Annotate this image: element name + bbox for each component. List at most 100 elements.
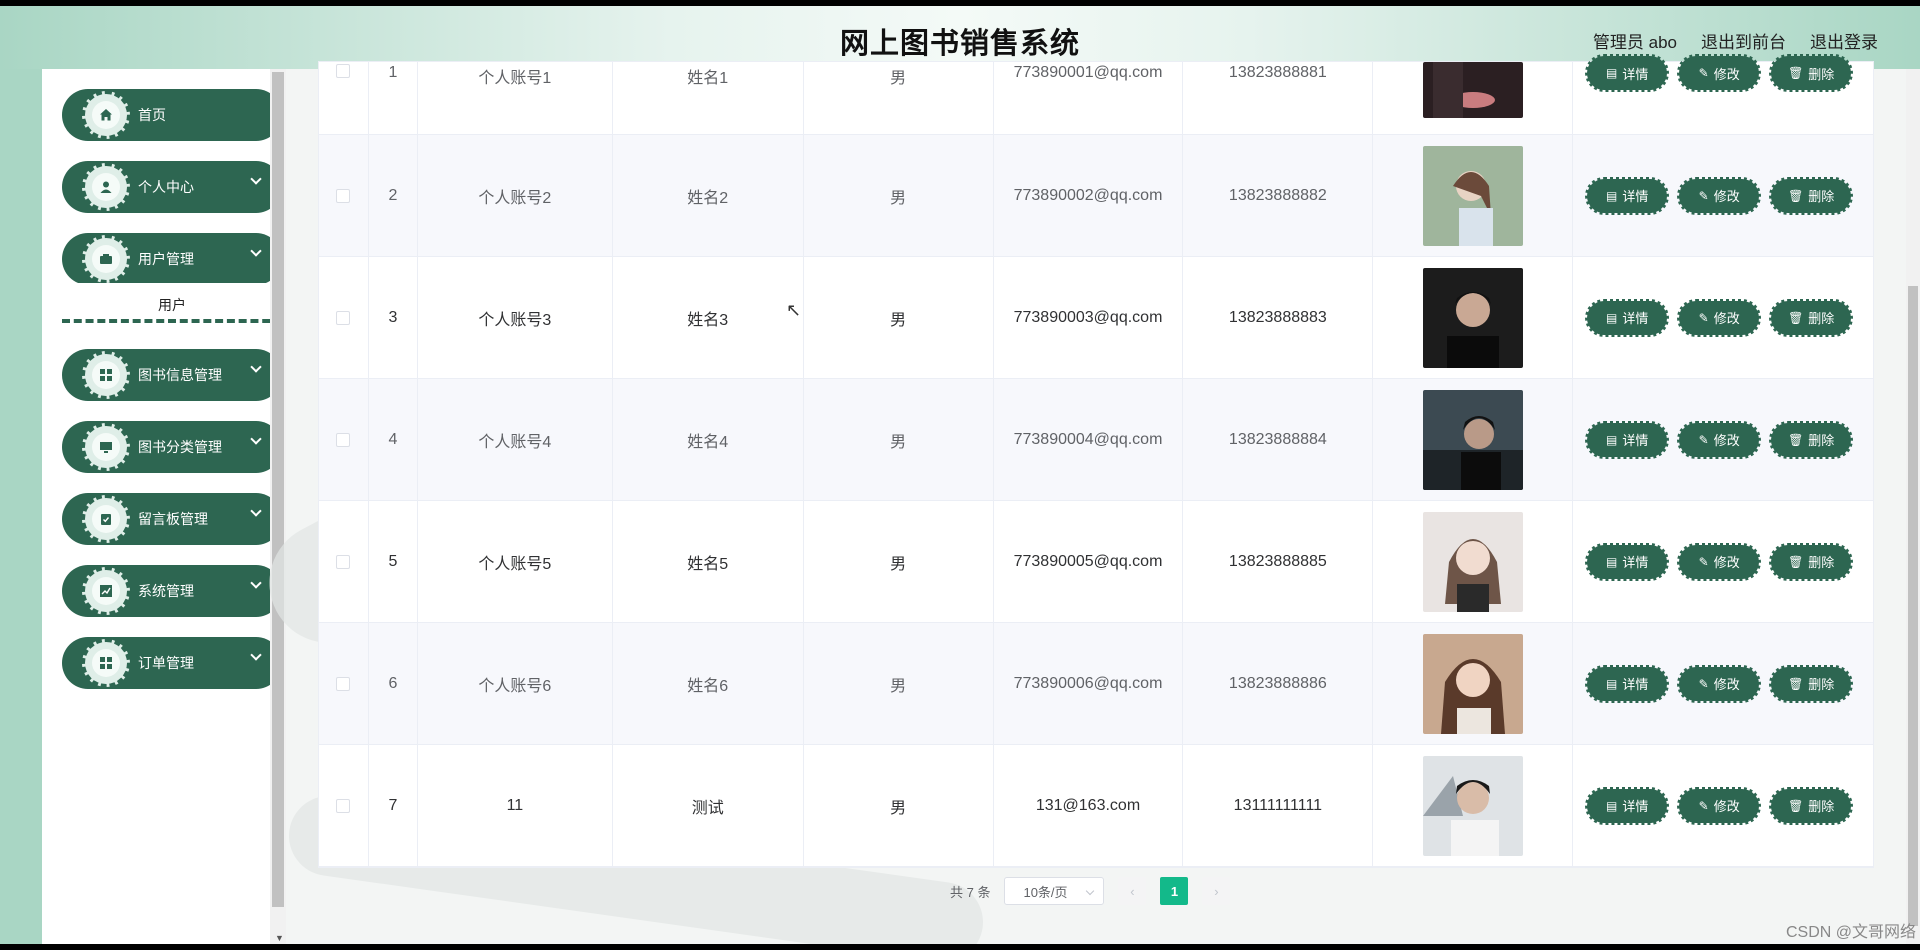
document-icon: ▤ bbox=[1606, 66, 1618, 80]
sidebar-item-profile[interactable]: 个人中心 bbox=[62, 161, 282, 213]
sidebar-item-label: 订单管理 bbox=[138, 655, 194, 671]
row-email: 773890005@qq.com bbox=[994, 501, 1184, 622]
table-row: 6 个人账号6 姓名6 男 773890006@qq.com 138238888… bbox=[319, 623, 1873, 745]
delete-button[interactable]: 🗑 删除 bbox=[1769, 786, 1854, 825]
table-row: 3 个人账号3 姓名3 男 773890003@qq.com 138238888… bbox=[319, 257, 1873, 379]
row-account: 个人账号2 bbox=[418, 135, 613, 256]
table-row: 7 11 测试 男 131@163.com 13111111111 ▤ 详情 ✎ 修… bbox=[319, 745, 1873, 867]
row-checkbox[interactable] bbox=[336, 676, 351, 691]
trash-icon: 🗑 bbox=[1788, 66, 1804, 80]
row-phone: 13823888883 bbox=[1183, 257, 1374, 378]
row-checkbox[interactable] bbox=[336, 188, 351, 203]
main-scrollbar-thumb[interactable] bbox=[1908, 286, 1918, 926]
sidebar-item-label: 留言板管理 bbox=[138, 511, 208, 527]
detail-button[interactable]: ▤ 详情 bbox=[1585, 786, 1670, 825]
trash-icon: 🗑 bbox=[1788, 798, 1804, 813]
chevron-down-icon bbox=[250, 505, 262, 517]
edit-button[interactable]: ✎ 修改 bbox=[1677, 298, 1762, 337]
sidebar-subitem-user[interactable]: 用户 bbox=[62, 283, 282, 323]
menu-badge bbox=[82, 495, 130, 543]
sidebar-scrollbar-thumb[interactable] bbox=[272, 72, 284, 907]
delete-button[interactable]: 🗑 删除 bbox=[1769, 420, 1854, 459]
sidebar-item-label: 图书信息管理 bbox=[138, 367, 222, 383]
sidebar-item-label: 用户管理 bbox=[138, 251, 194, 267]
avatar bbox=[1422, 389, 1523, 490]
edit-button[interactable]: ✎ 修改 bbox=[1677, 664, 1762, 703]
row-name: 姓名4 bbox=[613, 379, 804, 500]
row-name: 姓名2 bbox=[613, 135, 804, 256]
edit-button[interactable]: ✎ 修改 bbox=[1677, 420, 1762, 459]
pencil-icon: ✎ bbox=[1698, 554, 1709, 569]
row-account: 个人账号5 bbox=[418, 501, 613, 622]
user-table: 1 个人账号1 姓名1 男 773890001@qq.com 138238888… bbox=[318, 54, 1874, 868]
row-sex: 男 bbox=[804, 501, 994, 622]
detail-button[interactable]: ▤ 详情 bbox=[1585, 298, 1670, 337]
row-phone: 13111111111 bbox=[1183, 745, 1374, 866]
user-icon bbox=[100, 181, 112, 193]
delete-button[interactable]: 🗑 删除 bbox=[1769, 664, 1854, 703]
detail-button[interactable]: ▤ 详情 bbox=[1585, 664, 1670, 703]
edit-button[interactable]: ✎ 修改 bbox=[1677, 176, 1762, 215]
page-number-current[interactable]: 1 bbox=[1160, 877, 1189, 905]
prev-page-button[interactable]: ‹ bbox=[1118, 877, 1147, 905]
menu-badge bbox=[82, 351, 130, 399]
sidebar-item-user-management[interactable]: 用户管理 bbox=[62, 233, 282, 285]
table-row: 1 个人账号1 姓名1 男 773890001@qq.com 138238888… bbox=[319, 54, 1873, 135]
delete-button[interactable]: 🗑 删除 bbox=[1769, 542, 1854, 581]
pencil-icon: ✎ bbox=[1698, 798, 1709, 813]
sidebar-item-system[interactable]: 系统管理 bbox=[62, 565, 282, 617]
row-index: 3 bbox=[369, 257, 418, 378]
detail-button[interactable]: ▤ 详情 bbox=[1585, 420, 1670, 459]
sidebar-item-book-info[interactable]: 图书信息管理 bbox=[62, 349, 282, 401]
logout-link[interactable]: 退出登录 bbox=[1810, 28, 1878, 53]
home-icon bbox=[100, 109, 112, 121]
detail-button[interactable]: ▤ 详情 bbox=[1585, 542, 1670, 581]
row-checkbox[interactable] bbox=[336, 798, 351, 813]
row-email: 131@163.com bbox=[994, 745, 1184, 866]
edit-button[interactable]: ✎ 修改 bbox=[1677, 54, 1762, 92]
row-email: 773890002@qq.com bbox=[994, 135, 1184, 256]
delete-button[interactable]: 🗑 删除 bbox=[1769, 298, 1854, 337]
sidebar-item-home[interactable]: 首页 bbox=[62, 89, 282, 141]
row-sex: 男 bbox=[804, 623, 994, 744]
menu-badge bbox=[82, 91, 130, 139]
admin-label: 管理员 abo bbox=[1592, 33, 1677, 52]
delete-button[interactable]: 🗑 删除 bbox=[1769, 176, 1854, 215]
page-size-select[interactable]: 10条/页 bbox=[1004, 877, 1105, 905]
next-page-button[interactable]: › bbox=[1202, 877, 1231, 905]
detail-button[interactable]: ▤ 详情 bbox=[1585, 54, 1670, 92]
sidebar-item-orders[interactable]: 订单管理 bbox=[62, 637, 282, 689]
row-phone: 13823888884 bbox=[1183, 379, 1374, 500]
pagination-total: 共 7 条 bbox=[950, 884, 991, 900]
row-index: 5 bbox=[369, 501, 418, 622]
edit-button[interactable]: ✎ 修改 bbox=[1677, 786, 1762, 825]
row-email: 773890006@qq.com bbox=[994, 623, 1184, 744]
document-icon: ▤ bbox=[1606, 188, 1618, 203]
sidebar-item-message-board[interactable]: 留言板管理 bbox=[62, 493, 282, 545]
exit-to-front-link[interactable]: 退出到前台 bbox=[1701, 28, 1786, 53]
chart-icon bbox=[100, 585, 112, 597]
avatar bbox=[1422, 267, 1523, 368]
row-checkbox[interactable] bbox=[336, 554, 351, 569]
scroll-down-arrow-icon[interactable]: ▼ bbox=[275, 933, 284, 943]
row-sex: 男 bbox=[804, 257, 994, 378]
delete-button[interactable]: 🗑 删除 bbox=[1769, 54, 1854, 92]
avatar bbox=[1422, 62, 1523, 118]
sidebar-item-book-category[interactable]: 图书分类管理 bbox=[62, 421, 282, 473]
row-checkbox[interactable] bbox=[336, 310, 351, 325]
watermark: CSDN @文哥网络 bbox=[1785, 924, 1916, 941]
pencil-icon: ✎ bbox=[1698, 676, 1709, 691]
menu-badge bbox=[82, 423, 130, 471]
detail-button[interactable]: ▤ 详情 bbox=[1585, 176, 1670, 215]
pencil-icon: ✎ bbox=[1698, 66, 1709, 80]
main-content: 1 个人账号1 姓名1 男 773890001@qq.com 138238888… bbox=[248, 54, 1906, 944]
row-email: 773890003@qq.com bbox=[994, 257, 1184, 378]
row-checkbox[interactable] bbox=[336, 432, 351, 447]
chevron-down-icon bbox=[250, 649, 262, 661]
edit-button[interactable]: ✎ 修改 bbox=[1677, 542, 1762, 581]
app-window: 网上图书销售系统 管理员 abo 退出到前台 退出登录 首页 个人中心 用户管理… bbox=[0, 6, 1920, 944]
sidebar-item-label: 图书分类管理 bbox=[138, 439, 222, 455]
trash-icon: 🗑 bbox=[1788, 676, 1804, 691]
row-checkbox[interactable] bbox=[336, 64, 351, 78]
monitor-icon bbox=[100, 442, 112, 453]
